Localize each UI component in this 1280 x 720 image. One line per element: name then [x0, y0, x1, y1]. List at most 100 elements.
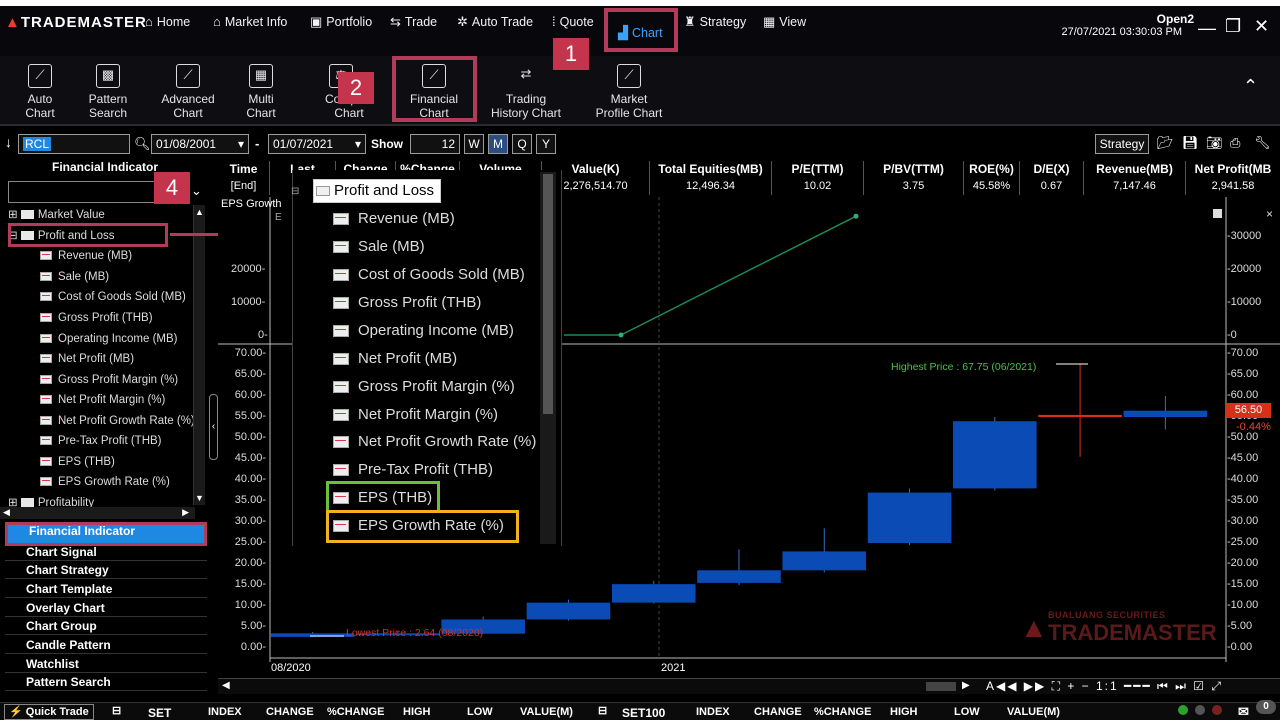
- popup-item-net-profit-growth[interactable]: Net Profit Growth Rate (%): [333, 429, 536, 455]
- close-icon[interactable]: ✕: [1254, 16, 1269, 37]
- nav-trade[interactable]: ⇆ Trade: [390, 14, 437, 30]
- quick-trade-button[interactable]: ⚡ Quick Trade: [4, 704, 94, 720]
- nav-market-info[interactable]: ⌂ Market Info: [213, 14, 287, 29]
- collapse-icon[interactable]: ⌃: [1243, 76, 1258, 97]
- menu-candle-pattern[interactable]: Candle Pattern: [5, 636, 207, 654]
- collapse-toggle-icon[interactable]: ⊟: [291, 186, 299, 197]
- minimize-icon[interactable]: —: [1198, 18, 1216, 39]
- popup-item-net-profit-margin[interactable]: Net Profit Margin (%): [333, 402, 498, 428]
- nav-auto-trade[interactable]: ✲ Auto Trade: [457, 14, 533, 30]
- tree-item-net-profit[interactable]: Net Profit (MB): [40, 350, 134, 368]
- popup-item-pre-tax-profit[interactable]: Pre-Tax Profit (THB): [333, 457, 493, 483]
- set100-value-label: VALUE(M): [1007, 706, 1060, 718]
- popup-item-net-profit[interactable]: Net Profit (MB): [333, 346, 457, 372]
- candle-body: [1123, 410, 1208, 417]
- tree-item-gross-profit-margin[interactable]: Gross Profit Margin (%): [40, 371, 178, 389]
- nav-portfolio[interactable]: ▣ Portfolio: [310, 14, 372, 30]
- upper-left-tick-20000: 20000-: [231, 263, 266, 275]
- tree-item-eps[interactable]: EPS (THB): [40, 453, 115, 471]
- chart-nav-controls[interactable]: A◀◀ ▶▶ ⛶ + − 1:1 ━━━ ⏮ ⏭ ☑ ⤢: [986, 679, 1223, 694]
- toolbar-market-profile-chart[interactable]: ⟋ Market Profile Chart: [592, 64, 666, 120]
- period-w-button[interactable]: W: [464, 134, 484, 154]
- panel-collapse-handle[interactable]: ‹: [209, 394, 218, 460]
- strategy-button[interactable]: Strategy: [1095, 134, 1149, 154]
- popup-item-cogs[interactable]: Cost of Goods Sold (MB): [333, 262, 525, 288]
- advanced-chart-icon: ⟋: [176, 64, 200, 88]
- tree-item-gross-profit[interactable]: Gross Profit (THB): [40, 309, 153, 327]
- menu-overlay-chart[interactable]: Overlay Chart: [5, 599, 207, 617]
- popup-item-gross-profit-margin[interactable]: Gross Profit Margin (%): [333, 374, 515, 400]
- indicator-icon: [40, 313, 52, 323]
- popup-item-operating-income[interactable]: Operating Income (MB): [333, 318, 514, 344]
- indicator-icon: [40, 334, 52, 344]
- toolbar-trading-history-chart[interactable]: ⇄ Trading History Chart: [488, 64, 564, 120]
- popup-item-revenue[interactable]: Revenue (MB): [333, 206, 455, 232]
- date-to-input[interactable]: 01/07/2021 ▾: [268, 134, 366, 154]
- menu-chart-group[interactable]: Chart Group: [5, 617, 207, 635]
- eps-highlight-box: [326, 481, 440, 513]
- indicator-icon: [333, 464, 349, 477]
- tree-item-net-profit-margin[interactable]: Net Profit Margin (%): [40, 391, 165, 409]
- tree-horizontal-scrollbar[interactable]: ◀ ▶: [0, 507, 195, 519]
- arrow-down-icon[interactable]: ↓: [5, 134, 12, 150]
- tree-item-net-profit-growth[interactable]: Net Profit Growth Rate (%): [40, 412, 195, 430]
- period-m-button[interactable]: M: [488, 134, 508, 154]
- financial-chart-highlight: [392, 56, 477, 122]
- show-count-input[interactable]: 12: [410, 134, 460, 154]
- popup-item-sale[interactable]: Sale (MB): [333, 234, 425, 260]
- tree-item-revenue[interactable]: Revenue (MB): [40, 247, 132, 265]
- popup-item-gross-profit[interactable]: Gross Profit (THB): [333, 290, 481, 316]
- tree-node-profitability[interactable]: ⊞ Profitability: [8, 494, 94, 507]
- menu-watchlist[interactable]: Watchlist: [5, 655, 207, 673]
- scroll-left-icon[interactable]: ◀: [222, 680, 230, 691]
- tree-item-operating-income[interactable]: Operating Income (MB): [40, 330, 178, 348]
- folder-open-icon[interactable]: 📂︎: [1157, 135, 1174, 151]
- nav-strategy[interactable]: ♜ Strategy: [684, 14, 746, 30]
- toolbar-auto-chart[interactable]: ⟋ Auto Chart: [18, 64, 62, 120]
- tree-item-cogs[interactable]: Cost of Goods Sold (MB): [40, 288, 186, 306]
- menu-chart-strategy[interactable]: Chart Strategy: [5, 561, 207, 579]
- cell-roe: 45.58%: [964, 178, 1020, 195]
- horizontal-scroll-thumb[interactable]: [926, 682, 956, 691]
- toolbar-advanced-chart[interactable]: ⟋ Advanced Chart: [158, 64, 218, 120]
- date-from-input[interactable]: 01/08/2001 ▾: [151, 134, 249, 154]
- mail-icon[interactable]: ✉: [1238, 704, 1249, 720]
- toolbar-pattern-search[interactable]: ▩ Pattern Search: [82, 64, 134, 120]
- tree-item-sale[interactable]: Sale (MB): [40, 268, 109, 286]
- camera-icon[interactable]: 📷︎: [1206, 135, 1223, 151]
- tree-node-market-value[interactable]: ⊞ Market Value: [8, 206, 105, 224]
- col-header-revenue: Revenue(MB): [1084, 161, 1186, 178]
- col-header-de: D/E(X): [1020, 161, 1084, 178]
- expand-icon[interactable]: ⊟: [598, 704, 607, 717]
- upper-right-tick-30000: -30000: [1227, 230, 1262, 242]
- upper-right-tick-0: -0: [1227, 329, 1237, 341]
- menu-chart-template[interactable]: Chart Template: [5, 580, 207, 598]
- expand-icon[interactable]: ⊟: [112, 704, 121, 717]
- print-icon[interactable]: ⎙: [1230, 135, 1240, 151]
- search-icon[interactable]: 🔍︎: [134, 136, 151, 152]
- scroll-right-icon[interactable]: ▶: [962, 680, 970, 691]
- tree-item-pre-tax-profit[interactable]: Pre-Tax Profit (THB): [40, 432, 162, 450]
- tree-item-eps-growth[interactable]: EPS Growth Rate (%): [40, 473, 170, 491]
- popup-scroll-thumb[interactable]: [543, 174, 553, 414]
- nav-quote[interactable]: ⁞ Quote: [552, 14, 594, 29]
- nav-view[interactable]: ▦ View: [763, 14, 806, 30]
- tree-scrollbar[interactable]: ▲ ▼: [193, 205, 205, 505]
- menu-chart-signal[interactable]: Chart Signal: [5, 543, 207, 561]
- set-low-label: LOW: [467, 706, 493, 718]
- maximize-icon[interactable]: ❐: [1225, 16, 1241, 37]
- symbol-input[interactable]: RCL: [18, 134, 130, 154]
- save-icon[interactable]: 💾︎: [1182, 135, 1199, 151]
- eps-growth-highlight-box: [326, 510, 519, 543]
- maximize-pane-icon[interactable]: [1213, 209, 1222, 218]
- toolbar-multi-chart[interactable]: ▦ Multi Chart: [238, 64, 284, 120]
- nav-home[interactable]: ⌂ Home: [145, 14, 190, 29]
- period-q-button[interactable]: Q: [512, 134, 532, 154]
- chevron-down-icon[interactable]: ⌄: [191, 183, 202, 199]
- popup-header-profit-and-loss[interactable]: Profit and Loss: [313, 179, 442, 203]
- period-y-button[interactable]: Y: [536, 134, 556, 154]
- wrench-icon[interactable]: 🔧︎: [1254, 135, 1271, 151]
- nav-chart[interactable]: ▟ Chart: [604, 8, 678, 52]
- close-pane-icon[interactable]: ×: [1266, 207, 1273, 221]
- menu-pattern-search[interactable]: Pattern Search: [5, 673, 207, 691]
